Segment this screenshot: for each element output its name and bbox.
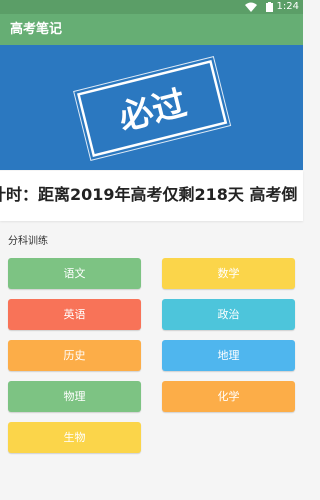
section-title: 分科训练 (8, 236, 48, 247)
countdown-text: 计时：距离2019年高考仅剩218天 高考倒 (0, 185, 298, 204)
subject-label: 政治 (217, 308, 240, 321)
status-bar: 1:24 (0, 0, 303, 14)
subject-label: 生物 (63, 431, 86, 444)
subject-button-physics[interactable]: 物理 (8, 381, 141, 412)
status-time: 1:24 (276, 1, 299, 12)
countdown-marquee: 计时：距离2019年高考仅剩218天 高考倒 (0, 171, 303, 221)
stamp-graphic: 必过 (73, 56, 232, 161)
subject-button-biology[interactable]: 生物 (8, 422, 141, 453)
app-bar: 高考笔记 (0, 14, 303, 45)
stamp-text: 必过 (115, 83, 191, 138)
subject-button-chemistry[interactable]: 化学 (162, 381, 295, 412)
subject-button-politics[interactable]: 政治 (162, 299, 295, 330)
subject-button-chinese[interactable]: 语文 (8, 258, 141, 289)
subject-label: 数学 (217, 267, 240, 280)
battery-icon (266, 2, 273, 12)
subject-label: 历史 (63, 349, 86, 362)
subject-label: 地理 (217, 349, 240, 362)
subject-label: 物理 (63, 390, 86, 403)
subject-label: 英语 (63, 308, 86, 321)
wifi-icon (244, 2, 257, 12)
status-icons (244, 2, 273, 12)
subject-button-english[interactable]: 英语 (8, 299, 141, 330)
subject-button-history[interactable]: 历史 (8, 340, 141, 371)
subject-button-geography[interactable]: 地理 (162, 340, 295, 371)
subject-button-math[interactable]: 数学 (162, 258, 295, 289)
app-title: 高考笔记 (10, 22, 63, 37)
banner-image[interactable]: 必过 (0, 45, 303, 170)
subject-label: 化学 (217, 390, 240, 403)
subject-label: 语文 (63, 267, 86, 280)
